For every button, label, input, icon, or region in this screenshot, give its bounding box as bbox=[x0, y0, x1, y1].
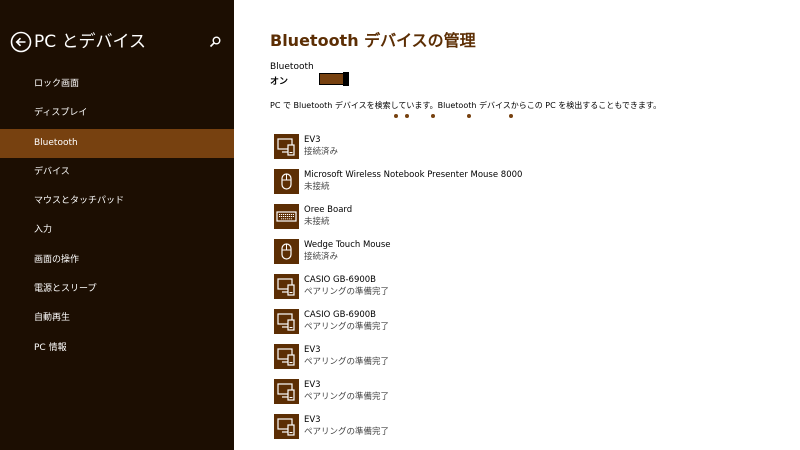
progress-dot bbox=[467, 114, 471, 118]
progress-dot bbox=[509, 114, 513, 118]
device-item[interactable]: EV3 ペアリングの準備完了 bbox=[274, 342, 774, 377]
device-item[interactable]: Wedge Touch Mouse 接続済み bbox=[274, 237, 774, 272]
progress-dot bbox=[431, 114, 435, 118]
device-name: EV3 bbox=[304, 135, 321, 145]
device-status: ペアリングの準備完了 bbox=[304, 392, 390, 402]
keyboard-icon bbox=[274, 204, 299, 229]
device-list: EV3 接続済み Microsoft Wireless Notebook Pre… bbox=[274, 132, 774, 447]
sidebar: PC とデバイス ロック画面 ディスプレイ Bluetooth デバイス マウス… bbox=[0, 0, 234, 450]
nav-item-screen-operations[interactable]: 画面の操作 bbox=[0, 246, 234, 275]
device-item[interactable]: EV3 ペアリングの準備完了 bbox=[274, 412, 774, 447]
device-name: Wedge Touch Mouse bbox=[304, 240, 391, 250]
device-name: EV3 bbox=[304, 345, 321, 355]
nav-item-bluetooth[interactable]: Bluetooth bbox=[0, 128, 234, 158]
device-status: 未接続 bbox=[304, 217, 330, 227]
phone-pc-device-icon bbox=[274, 414, 299, 439]
device-item[interactable]: EV3 接続済み bbox=[274, 132, 774, 167]
device-name: Microsoft Wireless Notebook Presenter Mo… bbox=[304, 170, 523, 180]
nav-item-display[interactable]: ディスプレイ bbox=[0, 99, 234, 128]
nav-item-mouse-touchpad[interactable]: マウスとタッチパッド bbox=[0, 187, 234, 216]
back-icon[interactable] bbox=[10, 31, 32, 53]
mouse-icon bbox=[274, 239, 299, 264]
device-status: 未接続 bbox=[304, 182, 330, 192]
nav-item-pc-info[interactable]: PC 情報 bbox=[0, 334, 234, 363]
device-item[interactable]: EV3 ペアリングの準備完了 bbox=[274, 377, 774, 412]
device-status: ペアリングの準備完了 bbox=[304, 287, 390, 297]
progress-dot bbox=[394, 114, 398, 118]
phone-pc-device-icon bbox=[274, 309, 299, 334]
bluetooth-state: オン bbox=[270, 77, 289, 87]
nav-item-lock-screen[interactable]: ロック画面 bbox=[0, 70, 234, 99]
search-icon[interactable] bbox=[208, 34, 222, 48]
nav-item-power-sleep[interactable]: 電源とスリープ bbox=[0, 275, 234, 304]
device-status: 接続済み bbox=[304, 252, 339, 262]
device-item[interactable]: CASIO GB-6900B ペアリングの準備完了 bbox=[274, 272, 774, 307]
device-status: 接続済み bbox=[304, 147, 339, 157]
settings-nav: ロック画面 ディスプレイ Bluetooth デバイス マウスとタッチパッド 入… bbox=[0, 70, 234, 363]
bluetooth-label: Bluetooth bbox=[270, 62, 314, 72]
device-name: EV3 bbox=[304, 415, 321, 425]
device-status: ペアリングの準備完了 bbox=[304, 357, 390, 367]
nav-item-input[interactable]: 入力 bbox=[0, 216, 234, 245]
phone-pc-device-icon bbox=[274, 379, 299, 404]
phone-pc-device-icon bbox=[274, 134, 299, 159]
nav-item-devices[interactable]: デバイス bbox=[0, 158, 234, 187]
device-status: ペアリングの準備完了 bbox=[304, 322, 390, 332]
nav-item-autoplay[interactable]: 自動再生 bbox=[0, 304, 234, 333]
search-info-text: PC で Bluetooth デバイスを検索しています。Bluetooth デバ… bbox=[270, 101, 662, 110]
toggle-thumb bbox=[343, 72, 349, 86]
progress-dot bbox=[405, 114, 409, 118]
sidebar-header: PC とデバイス bbox=[10, 30, 226, 54]
sidebar-title: PC とデバイス bbox=[34, 32, 147, 52]
phone-pc-device-icon bbox=[274, 274, 299, 299]
device-name: CASIO GB-6900B bbox=[304, 310, 376, 320]
page-title: Bluetooth デバイスの管理 bbox=[270, 31, 476, 50]
phone-pc-device-icon bbox=[274, 344, 299, 369]
mouse-icon bbox=[274, 169, 299, 194]
device-item[interactable]: Oree Board 未接続 bbox=[274, 202, 774, 237]
device-item[interactable]: Microsoft Wireless Notebook Presenter Mo… bbox=[274, 167, 774, 202]
bluetooth-toggle[interactable] bbox=[319, 72, 349, 86]
device-item[interactable]: CASIO GB-6900B ペアリングの準備完了 bbox=[274, 307, 774, 342]
main-content: Bluetooth デバイスの管理 Bluetooth オン PC で Blue… bbox=[234, 0, 800, 450]
device-name: EV3 bbox=[304, 380, 321, 390]
device-name: CASIO GB-6900B bbox=[304, 275, 376, 285]
device-status: ペアリングの準備完了 bbox=[304, 427, 390, 437]
device-name: Oree Board bbox=[304, 205, 353, 215]
